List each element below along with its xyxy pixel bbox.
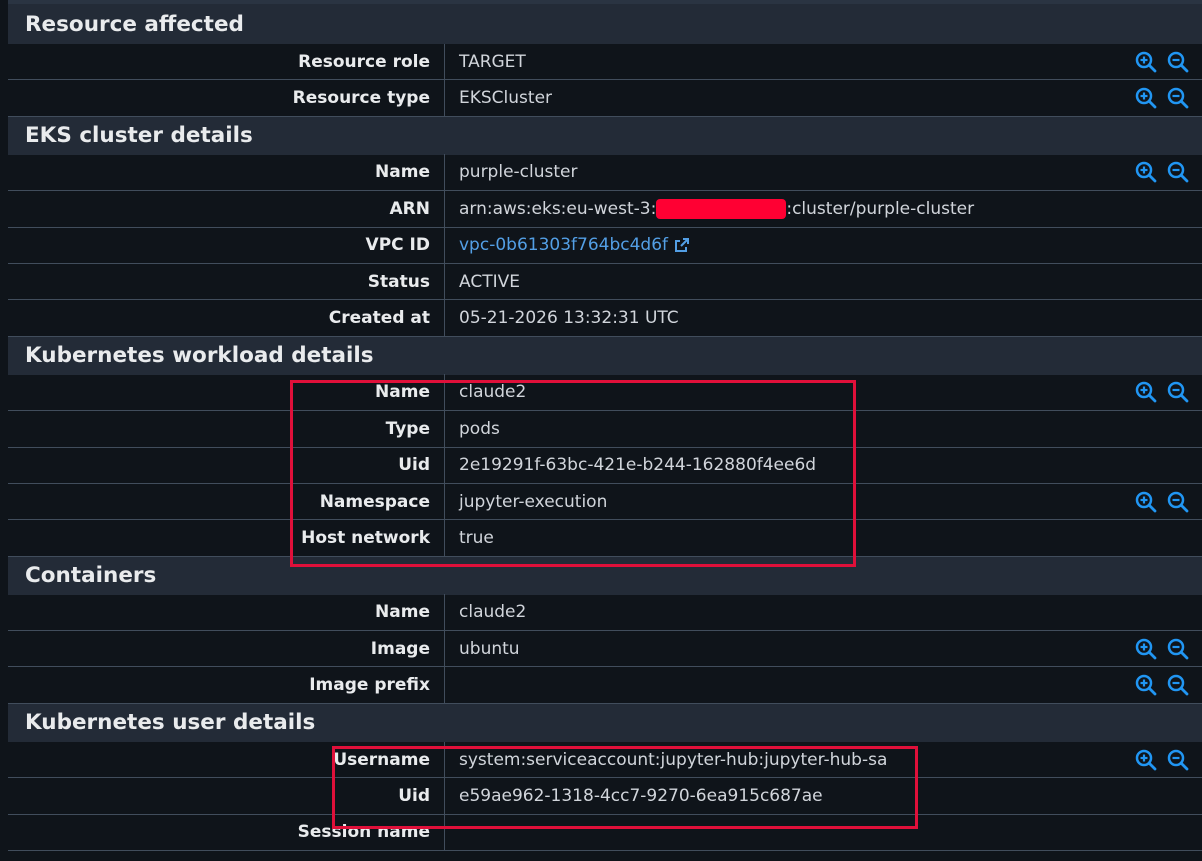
row-value: arn:aws:eks:eu-west-3: :cluster/purple-c…	[445, 198, 1202, 219]
row-label: Name	[375, 602, 430, 623]
zoom-in-icon[interactable]	[1134, 673, 1158, 697]
row-actions	[1134, 375, 1190, 410]
row-value: 05-21-2026 13:32:31 UTC	[459, 308, 679, 329]
divider	[444, 814, 445, 851]
divider	[444, 667, 445, 704]
arn-suffix: :cluster/purple-cluster	[786, 198, 975, 219]
row-label: Resource role	[298, 51, 430, 72]
row-actions	[1134, 667, 1190, 702]
row-username: Username system:serviceaccount:jupyter-h…	[8, 741, 1202, 779]
zoom-in-icon[interactable]	[1134, 637, 1158, 661]
section-title: Containers	[25, 563, 157, 589]
row-host-network: Host network true	[8, 520, 1202, 557]
section-header-resource-affected: Resource affected	[8, 0, 1202, 44]
section-title: Kubernetes workload details	[25, 343, 374, 369]
row-value: system:serviceaccount:jupyter-hub:jupyte…	[459, 749, 888, 770]
zoom-in-icon[interactable]	[1134, 86, 1158, 110]
row-value: 2e19291f-63bc-421e-b244-162880f4ee6d	[459, 455, 817, 476]
zoom-in-icon[interactable]	[1134, 160, 1158, 184]
arn-prefix: arn:aws:eks:eu-west-3:	[459, 198, 657, 219]
row-label: Username	[333, 749, 430, 770]
row-resource-type: Resource type EKSCluster	[8, 80, 1202, 117]
row-value: EKSCluster	[459, 88, 553, 109]
row-label: Image	[370, 638, 430, 659]
row-label: Session name	[297, 822, 430, 843]
zoom-in-icon[interactable]	[1134, 50, 1158, 74]
row-value: e59ae962-1318-4cc7-9270-6ea915c687ae	[459, 785, 823, 806]
zoom-out-icon[interactable]	[1166, 673, 1190, 697]
row-value: vpc-0b61303f764bc4d6f	[445, 235, 1202, 255]
external-link-icon[interactable]	[674, 237, 690, 253]
redaction-mark	[656, 198, 787, 219]
row-value: claude2	[459, 602, 527, 623]
section-header-containers: Containers	[8, 556, 1202, 595]
row-label: VPC ID	[365, 235, 430, 256]
row-value: true	[459, 527, 494, 548]
row-resource-role: Resource role TARGET	[8, 43, 1202, 81]
zoom-out-icon[interactable]	[1166, 50, 1190, 74]
row-value: purple-cluster	[459, 162, 578, 183]
row-value: TARGET	[459, 51, 526, 72]
row-label: Namespace	[319, 491, 430, 512]
row-label: Image prefix	[309, 675, 430, 696]
row-user-uid: Uid e59ae962-1318-4cc7-9270-6ea915c687ae	[8, 777, 1202, 815]
zoom-out-icon[interactable]	[1166, 637, 1190, 661]
section-title: Resource affected	[25, 11, 244, 37]
row-actions	[1134, 631, 1190, 666]
row-label: Name	[375, 162, 430, 183]
zoom-in-icon[interactable]	[1134, 748, 1158, 772]
row-workload-uid: Uid 2e19291f-63bc-421e-b244-162880f4ee6d	[8, 447, 1202, 484]
row-label: Type	[385, 418, 430, 439]
zoom-out-icon[interactable]	[1166, 160, 1190, 184]
row-actions	[1134, 484, 1190, 519]
row-namespace: Namespace jupyter-execution	[8, 483, 1202, 521]
row-label: Uid	[398, 785, 430, 806]
section-title: EKS cluster details	[25, 123, 253, 149]
row-label: Host network	[301, 527, 430, 548]
zoom-out-icon[interactable]	[1166, 490, 1190, 514]
row-workload-type: Type pods	[8, 410, 1202, 448]
section-header-kubernetes-workload-details: Kubernetes workload details	[8, 336, 1202, 375]
row-status: Status ACTIVE	[8, 263, 1202, 301]
section-header-kubernetes-user-details: Kubernetes user details	[8, 703, 1202, 742]
zoom-in-icon[interactable]	[1134, 490, 1158, 514]
finding-details-panel: Resource affected Resource role TARGET R…	[8, 0, 1202, 861]
row-created-at: Created at 05-21-2026 13:32:31 UTC	[8, 300, 1202, 337]
row-cluster-name: Name purple-cluster	[8, 154, 1202, 192]
row-value: jupyter-execution	[459, 491, 608, 512]
row-value: ACTIVE	[459, 271, 520, 292]
row-container-name: Name claude2	[8, 594, 1202, 632]
zoom-out-icon[interactable]	[1166, 748, 1190, 772]
zoom-in-icon[interactable]	[1134, 380, 1158, 404]
zoom-out-icon[interactable]	[1166, 86, 1190, 110]
row-label: Uid	[398, 455, 430, 476]
row-label: Resource type	[292, 88, 430, 109]
row-workload-name: Name claude2	[8, 374, 1202, 412]
row-actions	[1134, 44, 1190, 79]
row-image: Image ubuntu	[8, 630, 1202, 668]
row-actions	[1134, 155, 1190, 190]
section-title: Kubernetes user details	[25, 710, 316, 736]
row-value: ubuntu	[459, 638, 520, 659]
row-image-prefix: Image prefix	[8, 667, 1202, 704]
row-actions	[1134, 80, 1190, 115]
row-value: pods	[459, 418, 500, 439]
section-header-eks-cluster-details: EKS cluster details	[8, 116, 1202, 155]
row-value: claude2	[459, 382, 527, 403]
row-label: Name	[375, 382, 430, 403]
zoom-out-icon[interactable]	[1166, 380, 1190, 404]
row-label: Status	[367, 271, 430, 292]
row-label: ARN	[389, 198, 430, 219]
row-session-name: Session name	[8, 814, 1202, 852]
vpc-id-link[interactable]: vpc-0b61303f764bc4d6f	[459, 235, 668, 255]
row-vpc-id: VPC ID vpc-0b61303f764bc4d6f	[8, 227, 1202, 264]
row-label: Created at	[328, 308, 430, 329]
row-arn: ARN arn:aws:eks:eu-west-3: :cluster/purp…	[8, 190, 1202, 228]
row-actions	[1134, 742, 1190, 777]
